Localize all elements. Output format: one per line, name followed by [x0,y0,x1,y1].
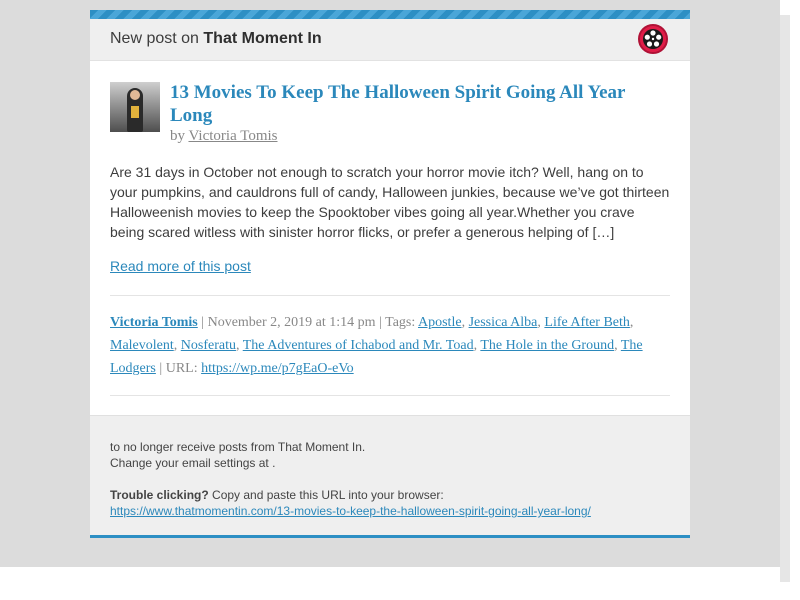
post-date: November 2, 2019 at 1:14 pm [207,315,376,330]
by-label: by [170,128,185,144]
read-more-link[interactable]: Read more of this post [110,258,251,274]
trouble-line: Trouble clicking? Copy and paste this UR… [110,487,680,503]
tag-link[interactable]: The Adventures of Ichabod and Mr. Toad [243,338,474,353]
post-excerpt: Are 31 days in October not enough to scr… [110,164,670,240]
full-url-link[interactable]: https://www.thatmomentin.com/13-movies-t… [110,504,591,518]
tag-link[interactable]: Nosferatu [181,338,236,353]
tags-label: Tags: [385,315,416,330]
byline: by Victoria Tomis [170,128,278,145]
tag-link[interactable]: Life After Beth [544,315,630,330]
trouble-bold: Trouble clicking? [110,488,209,502]
email-card: New post on That Moment In 13 Movies To … [90,10,690,538]
settings-text: Change your email settings at . [110,456,276,470]
top-stripe [90,10,690,19]
email-footer: to no longer receive posts from That Mom… [90,415,690,536]
byline-author-link[interactable]: Victoria Tomis [188,128,277,144]
site-name[interactable]: That Moment In [203,30,321,47]
bottom-accent-bar [90,535,690,538]
tag-link[interactable]: Apostle [418,315,462,330]
tag-link[interactable]: Malevolent [110,338,174,353]
tag-link[interactable]: Jessica Alba [469,315,538,330]
header-prefix: New post on [110,30,199,47]
meta-author-link[interactable]: Victoria Tomis [110,315,198,330]
scrollbar-track[interactable] [780,15,790,582]
author-avatar[interactable] [110,82,160,132]
film-reel-icon[interactable] [638,24,668,54]
short-url-link[interactable]: https://wp.me/p7gEaO-eVo [201,361,354,376]
divider [110,295,670,296]
trouble-text: Copy and paste this URL into your browse… [212,488,444,502]
url-label: URL: [165,361,198,376]
unsubscribe-text: to no longer receive posts from That Mom… [110,440,366,454]
tag-link[interactable]: The Hole in the Ground [480,338,614,353]
post-meta: Victoria Tomis | November 2, 2019 at 1:1… [110,315,643,376]
email-header: New post on That Moment In [90,19,690,61]
post-title-link[interactable]: 13 Movies To Keep The Halloween Spirit G… [170,81,670,127]
header-title: New post on That Moment In [110,30,322,48]
divider [110,395,670,396]
